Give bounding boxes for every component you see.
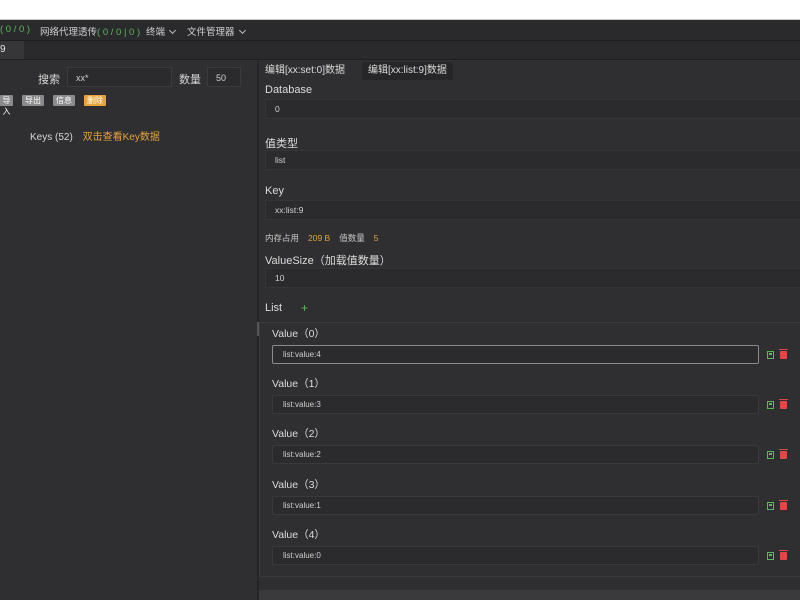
value-input[interactable]: list:value:3 (272, 395, 759, 414)
key-field[interactable]: xx:list:9 (265, 200, 800, 220)
memory-value: 209 B (308, 233, 331, 243)
key-browser-panel: 搜索 xx* 数量 50 导入 导出 信息 删除 Keys (52) 双击查看K… (0, 60, 257, 600)
file-manager-label: 文件管理器 (187, 27, 235, 38)
info-button[interactable]: 信息 (53, 95, 75, 106)
main-tab-strip: 9 (0, 41, 800, 60)
trash-icon[interactable] (779, 449, 788, 459)
editor-panel: 编辑[xx:set:0]数据 编辑[xx:list:9]数据 Database … (259, 60, 800, 600)
trash-icon[interactable] (779, 550, 788, 560)
list-item: Value（2） list:value:2 (260, 426, 800, 476)
trash-icon[interactable] (779, 349, 788, 359)
keys-label: Keys (30, 132, 53, 143)
value-count-label: 值数量 (339, 233, 365, 243)
terminal-label: 终端 (146, 27, 166, 38)
keys-hint: 双击查看Key数据 (82, 132, 160, 143)
keys-count: (52) (55, 132, 73, 143)
value-input[interactable]: list:value:2 (272, 445, 759, 464)
chevron-down-icon (238, 26, 246, 35)
memory-label: 内存占用 (265, 233, 300, 243)
proxy-count: ( 0 / 0 | 0 ) (97, 27, 141, 38)
terminal-menu[interactable]: 终端 (146, 24, 177, 38)
count-input[interactable]: 50 (207, 67, 241, 87)
count-label: 数量 (179, 74, 201, 86)
save-icon[interactable] (767, 502, 774, 510)
list-item: Value（1） list:value:3 (260, 376, 800, 426)
database-label: Database (265, 84, 313, 96)
database-field[interactable]: 0 (265, 99, 800, 119)
value-input[interactable]: list:value:4 (272, 345, 759, 364)
list-item: Value（3） list:value:1 (260, 477, 800, 527)
file-manager-menu[interactable]: 文件管理器 (187, 24, 246, 38)
list-item: Value（0） list:value:4 (260, 326, 800, 376)
connection-count: ( 0 / 0 ) (0, 24, 31, 35)
save-icon[interactable] (767, 451, 774, 459)
tab-edit-list[interactable]: 编辑[xx:list:9]数据 (362, 62, 453, 80)
value-input[interactable]: list:value:1 (272, 496, 759, 515)
trash-icon[interactable] (779, 500, 788, 510)
value-type-field[interactable]: list (265, 150, 800, 170)
value-label: Value（4） (272, 529, 325, 541)
main-tab[interactable]: 9 (0, 41, 24, 59)
value-type-label: 值类型 (265, 138, 298, 150)
value-label: Value（1） (272, 378, 325, 390)
import-button[interactable]: 导入 (0, 95, 13, 116)
search-label: 搜索 (38, 74, 60, 86)
chevron-down-icon (168, 26, 177, 35)
proxy-menu[interactable]: 网络代理透传( 0 / 0 | 0 ) (40, 24, 140, 38)
save-icon[interactable] (767, 351, 774, 359)
export-button[interactable]: 导出 (22, 95, 44, 106)
valuesize-label: ValueSize（加载值数量） (265, 255, 391, 267)
tab-edit-set[interactable]: 编辑[xx:set:0]数据 (259, 62, 351, 80)
list-item: Value（4） list:value:0 (260, 527, 800, 577)
value-label: Value（0） (272, 328, 325, 340)
valuesize-field[interactable]: 10 (265, 268, 800, 288)
list-title: List (265, 302, 283, 314)
save-icon[interactable] (767, 401, 774, 409)
memory-info: 内存占用 209 B 值数量 5 (265, 232, 387, 244)
delete-button[interactable]: 删除 (84, 95, 106, 106)
value-input[interactable]: list:value:0 (272, 546, 759, 565)
value-count: 5 (373, 233, 379, 243)
menu-bar: ( 0 / 0 ) 网络代理透传( 0 / 0 | 0 ) 终端 文件管理器 (0, 20, 800, 41)
trash-icon[interactable] (779, 399, 788, 409)
browser-top-strip (0, 0, 800, 20)
value-label: Value（3） (272, 479, 325, 491)
plus-icon[interactable]: + (301, 302, 308, 314)
search-input[interactable]: xx* (67, 67, 172, 87)
save-icon[interactable] (767, 552, 774, 560)
list-values: Value（0） list:value:4 Value（1） list:valu… (259, 322, 800, 577)
keys-summary: Keys (52) 双击查看Key数据 (30, 128, 160, 143)
value-label: Value（2） (272, 428, 325, 440)
horizontal-scrollbar[interactable] (259, 590, 800, 600)
proxy-label: 网络代理透传 (40, 27, 98, 38)
key-label: Key (265, 185, 284, 197)
